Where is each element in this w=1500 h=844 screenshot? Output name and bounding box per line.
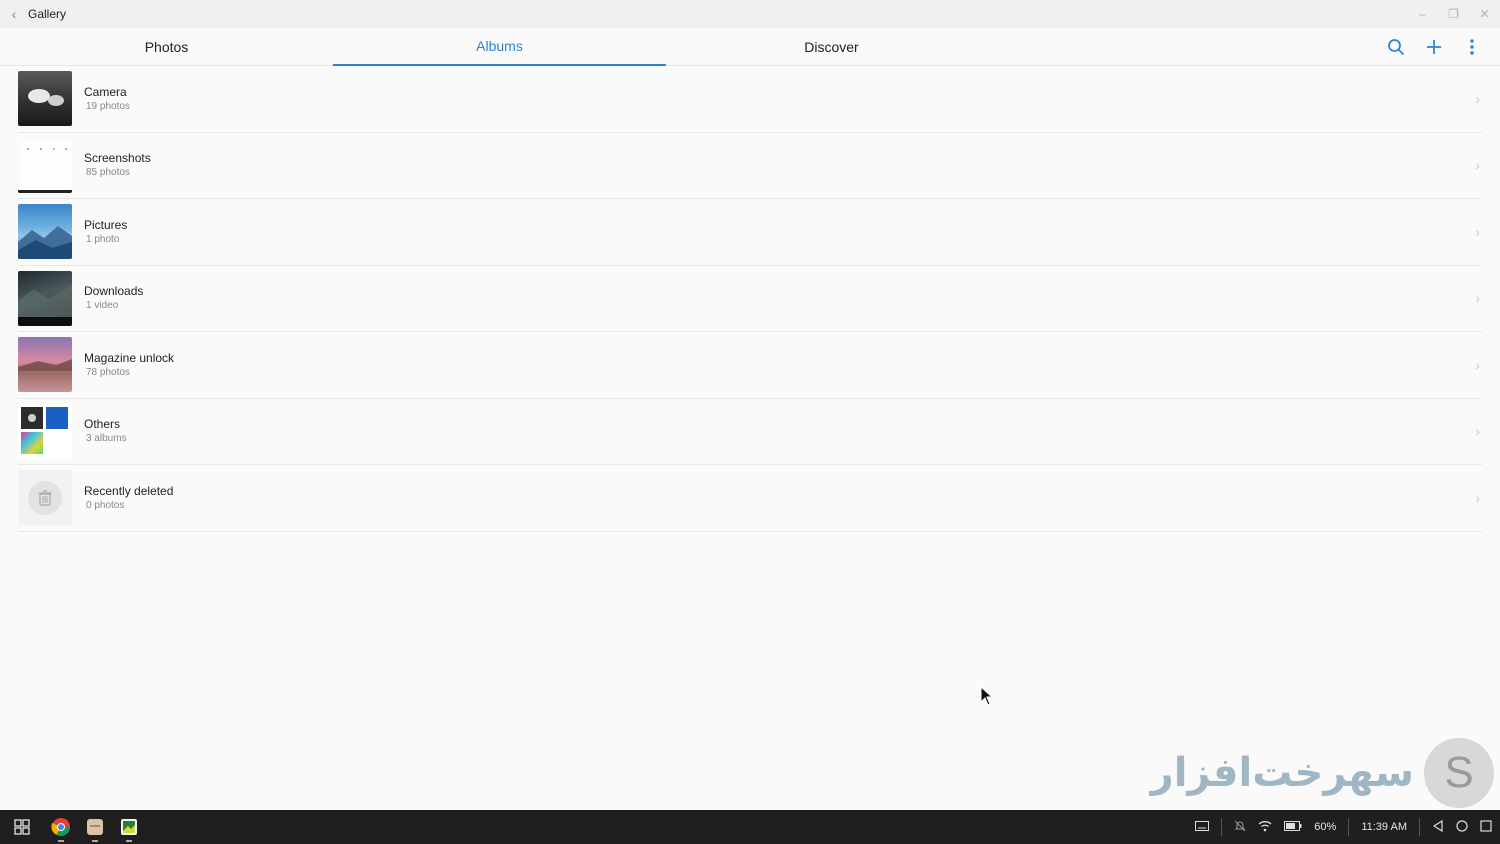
minimize-icon[interactable]: – [1407,0,1438,28]
header-actions [1384,28,1484,66]
album-count: 19 photos [86,100,130,112]
album-count: 1 photo [86,233,120,245]
window-controls: – ❐ ✕ [1407,0,1500,28]
clock[interactable]: 11:39 AM [1361,821,1407,833]
back-arrow-icon[interactable]: ‹ [0,6,28,22]
album-thumbnail [18,270,72,326]
chrome-icon[interactable] [44,810,78,844]
album-name: Screenshots [84,151,151,166]
files-icon[interactable] [78,810,112,844]
restore-icon[interactable]: ❐ [1438,0,1469,28]
chevron-right-icon: › [1475,356,1480,373]
home-nav-icon[interactable] [1456,819,1468,835]
tab-photos[interactable]: Photos [0,28,333,66]
album-name: Camera [84,84,127,99]
album-count: 78 photos [86,366,130,378]
album-row-pictures[interactable]: Pictures 1 photo › [18,199,1482,266]
chevron-right-icon: › [1475,290,1480,307]
album-thumbnail [18,71,72,127]
add-icon[interactable] [1422,35,1446,59]
album-count: 3 albums [86,433,127,445]
album-row-others[interactable]: Others 3 albums › [18,399,1482,465]
recents-nav-icon[interactable] [1480,819,1492,835]
album-thumbnail [18,470,72,526]
chevron-right-icon: › [1475,90,1480,107]
battery-icon[interactable] [1284,820,1302,834]
watermark-logo-icon: S [1424,738,1494,808]
album-thumbnail [18,204,72,260]
album-count: 1 video [86,300,119,312]
battery-percent: 60% [1314,821,1337,833]
chevron-right-icon: › [1475,157,1480,174]
chevron-right-icon: › [1475,489,1480,506]
title-bar: ‹ Gallery – ❐ ✕ [0,0,1500,28]
close-icon[interactable]: ✕ [1469,0,1500,28]
window-title: Gallery [28,7,67,21]
album-name: Recently deleted [84,483,174,498]
album-row-magazine-unlock[interactable]: Magazine unlock 78 photos › [18,332,1482,399]
start-menu-icon[interactable] [0,810,44,844]
search-icon[interactable] [1384,35,1408,59]
album-row-screenshots[interactable]: Screenshots 85 photos › [18,133,1482,199]
keyboard-icon[interactable] [1195,820,1210,834]
taskbar: 60% 11:39 AM [0,810,1500,844]
tab-albums[interactable]: Albums [333,28,666,66]
notifications-muted-icon[interactable] [1234,820,1246,835]
wifi-icon[interactable] [1258,820,1272,835]
back-nav-icon[interactable] [1432,819,1444,835]
mouse-cursor-icon [980,685,994,711]
album-list: Camera 19 photos › Screenshots 85 photos… [18,66,1482,532]
tab-bar: Photos Albums Discover [0,28,1500,66]
more-vertical-icon[interactable] [1460,35,1484,59]
album-row-recently-deleted[interactable]: Recently deleted 0 photos › [18,465,1482,532]
gallery-icon[interactable] [112,810,146,844]
album-name: Pictures [84,217,128,232]
album-name: Others [84,417,121,432]
album-row-downloads[interactable]: Downloads 1 video › [18,266,1482,332]
chevron-right-icon: › [1475,423,1480,440]
watermark: ﺳﻬﺮﺧﺖﺍﻓﺰﺍﺭ S [1151,738,1494,808]
tab-discover[interactable]: Discover [665,28,998,66]
album-name: Magazine unlock [84,350,175,365]
album-thumbnail [18,403,72,459]
album-count: 85 photos [86,167,130,179]
trash-icon [28,480,62,515]
album-thumbnail [18,337,72,393]
album-count: 0 photos [86,499,125,511]
album-thumbnail [18,137,72,193]
chevron-right-icon: › [1475,223,1480,240]
watermark-text: ﺳﻬﺮﺧﺖﺍﻓﺰﺍﺭ [1150,750,1414,796]
system-tray: 60% 11:39 AM [1195,810,1500,844]
album-row-camera[interactable]: Camera 19 photos › [18,66,1482,133]
album-name: Downloads [84,284,144,299]
